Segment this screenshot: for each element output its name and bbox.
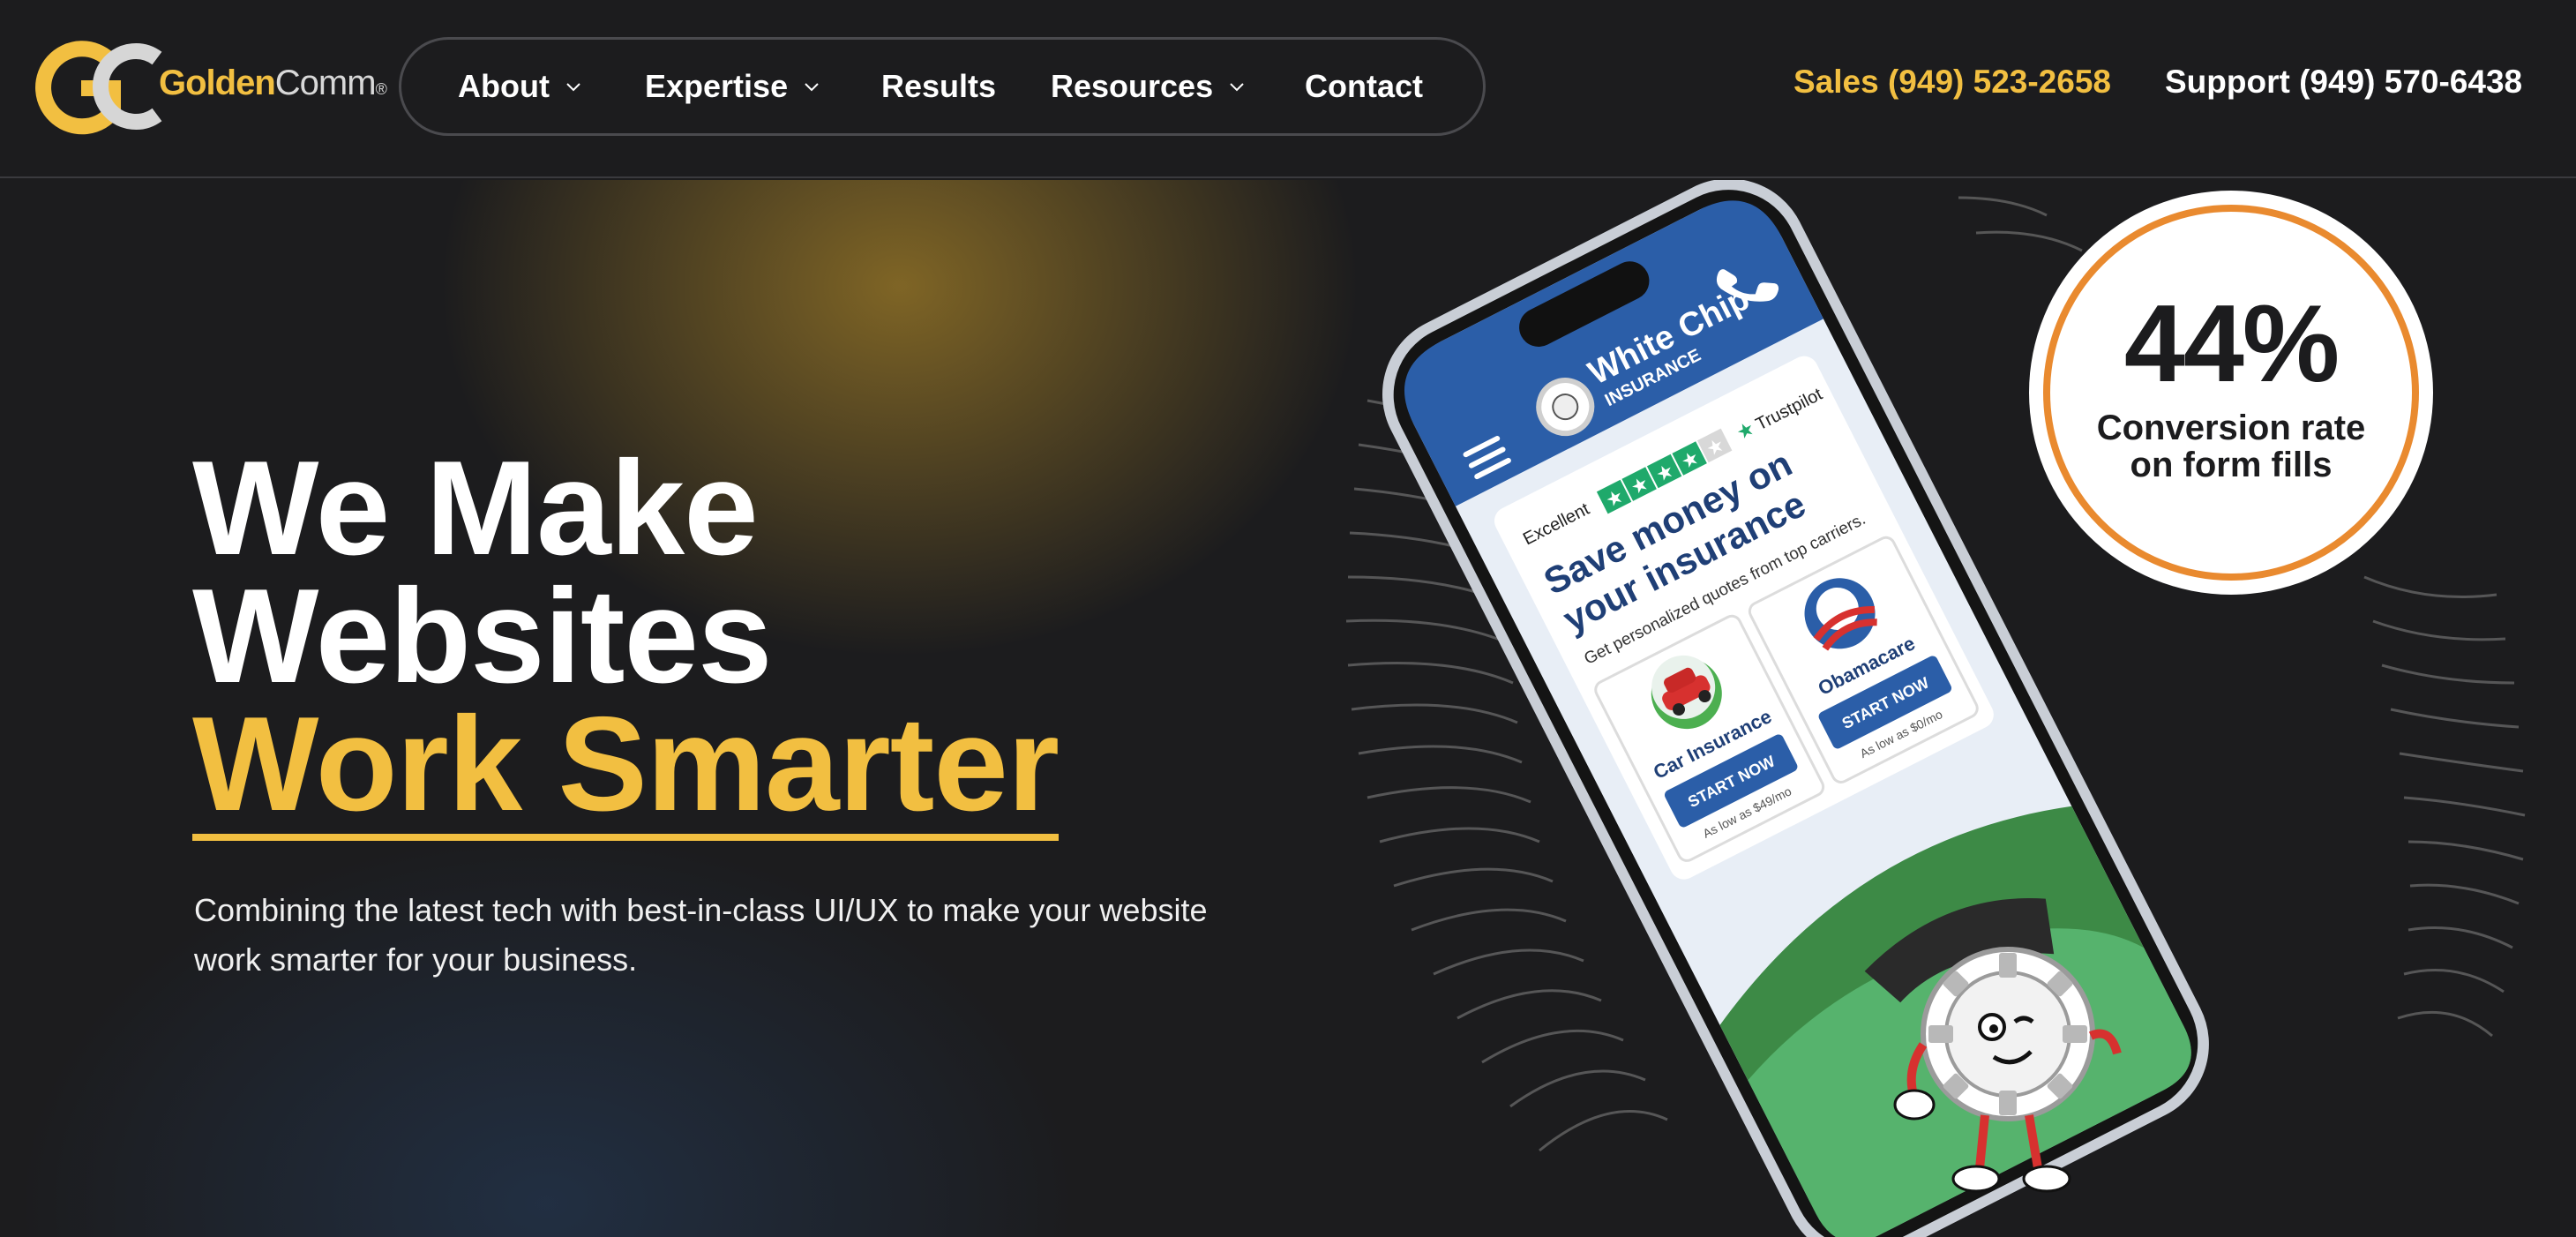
sales-phone-link[interactable]: Sales (949) 523-2658 [1793, 64, 2111, 101]
gc-monogram-icon [35, 41, 162, 135]
hero-section: We Make Websites Work Smarter Combining … [0, 180, 2576, 1237]
stat-label: Conversion rate on form fills [2029, 409, 2433, 484]
hero-subcopy: Combining the latest tech with best-in-c… [194, 892, 1208, 978]
nav-resources-label: Resources [1051, 68, 1214, 104]
hero-headline: We Make Websites Work Smarter [192, 433, 1339, 841]
nav-expertise[interactable]: Expertise [645, 40, 821, 133]
main-nav: About Expertise Results Resources Contac… [399, 37, 1486, 136]
site-header: GoldenComm® About Expertise Results Reso… [0, 0, 2576, 178]
nav-contact-label: Contact [1305, 68, 1423, 104]
support-phone-link[interactable]: Support (949) 570-6438 [2165, 64, 2522, 101]
chevron-down-icon [805, 83, 819, 92]
headline-line-1: We Make [192, 433, 759, 583]
stat-label-line-1: Conversion rate [2096, 409, 2366, 447]
goldencomm-logo[interactable]: GoldenComm® [25, 37, 387, 136]
nav-about[interactable]: About [458, 40, 583, 133]
chevron-down-icon [1230, 83, 1244, 92]
nav-resources[interactable]: Resources [1051, 40, 1247, 133]
stat-value: 44% [2123, 283, 2340, 405]
stat-label-line-2: on form fills [2130, 446, 2333, 484]
headline-accent: Work Smarter [192, 689, 1060, 841]
nav-expertise-label: Expertise [645, 68, 789, 104]
conversion-stat-badge: 44% Conversion rate on form fills [2029, 191, 2433, 595]
logo-wordmark: GoldenComm® [159, 64, 387, 102]
nav-results-label: Results [881, 68, 997, 104]
headline-line-2: Websites [192, 561, 773, 711]
nav-contact[interactable]: Contact [1305, 40, 1423, 133]
nav-results[interactable]: Results [881, 40, 996, 133]
chevron-down-icon [566, 83, 580, 92]
nav-about-label: About [458, 68, 550, 104]
